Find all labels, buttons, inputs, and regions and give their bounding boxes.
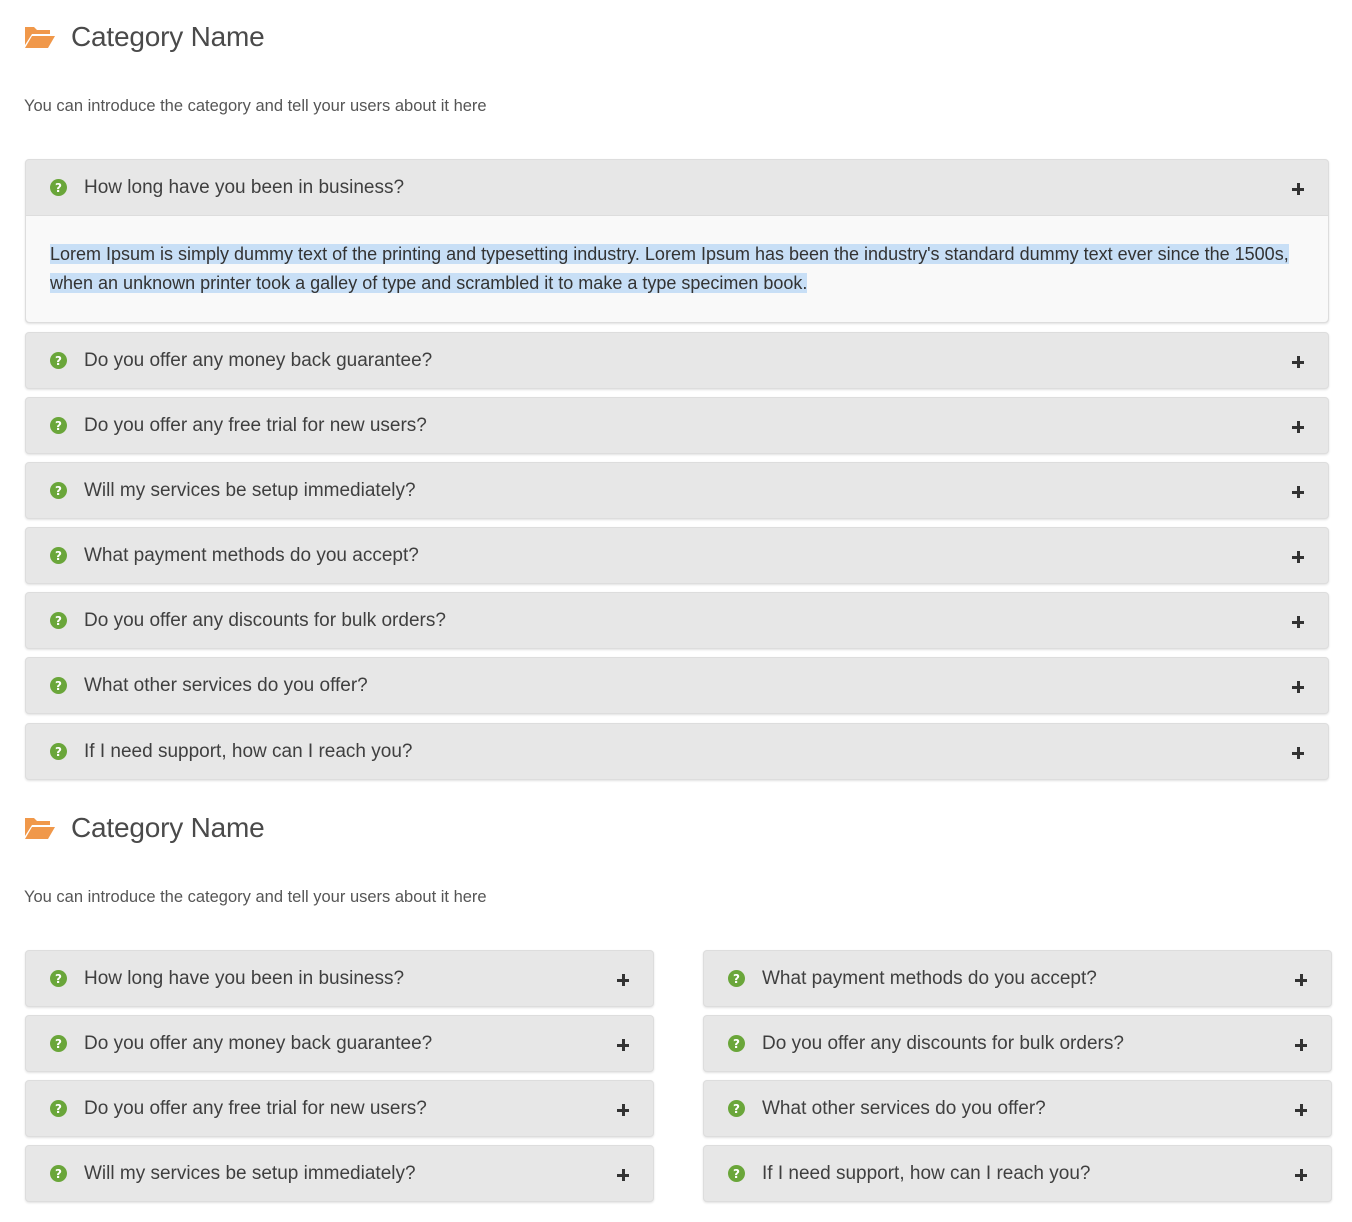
faq-question: Do you offer any free trial for new user… <box>84 414 427 436</box>
question-circle-icon: ? <box>728 1100 745 1117</box>
folder-open-icon <box>25 818 55 839</box>
faq-question-toggle[interactable]: ? Do you offer any money back guarantee? <box>26 1016 653 1071</box>
faq-question: Do you offer any discounts for bulk orde… <box>762 1032 1124 1054</box>
question-circle-icon: ? <box>50 970 67 987</box>
question-circle-icon: ? <box>728 1165 745 1182</box>
faq-item[interactable]: ? How long have you been in business? <box>25 950 654 1007</box>
question-circle-icon: ? <box>50 1035 67 1052</box>
faq-question-toggle[interactable]: ? How long have you been in business? <box>26 160 1328 215</box>
question-circle-icon: ? <box>50 1100 67 1117</box>
faq-question-toggle[interactable]: ? Do you offer any discounts for bulk or… <box>704 1016 1331 1071</box>
faq-question: Will my services be setup immediately? <box>84 479 416 501</box>
plus-icon[interactable] <box>1295 1039 1307 1051</box>
question-circle-icon: ? <box>728 970 745 987</box>
category-header: Category Name <box>24 808 1332 848</box>
faq-question: Do you offer any money back guarantee? <box>84 349 433 371</box>
faq-item: ? How long have you been in business? Lo… <box>25 159 1329 323</box>
plus-icon[interactable] <box>617 974 629 986</box>
faq-item[interactable]: ? Do you offer any money back guarantee? <box>25 332 1329 389</box>
plus-icon[interactable] <box>1292 681 1304 693</box>
plus-icon[interactable] <box>1292 356 1304 368</box>
faq-question-toggle[interactable]: ? Do you offer any free trial for new us… <box>26 398 1328 453</box>
plus-icon[interactable] <box>1295 974 1307 986</box>
faq-item[interactable]: ? What other services do you offer? <box>703 1080 1332 1137</box>
question-circle-icon: ? <box>50 612 67 629</box>
plus-icon[interactable] <box>1295 1104 1307 1116</box>
faq-question: What payment methods do you accept? <box>762 967 1097 989</box>
folder-open-icon <box>25 27 55 48</box>
faq-category-2: Category Name You can introduce the cate… <box>24 808 1332 907</box>
plus-icon[interactable] <box>1295 1169 1307 1181</box>
faq-item[interactable]: ? If I need support, how can I reach you… <box>703 1145 1332 1202</box>
faq-question-toggle[interactable]: ? Do you offer any free trial for new us… <box>26 1081 653 1136</box>
faq-question-toggle[interactable]: ? Will my services be setup immediately? <box>26 463 1328 518</box>
faq-question: What payment methods do you accept? <box>84 544 419 566</box>
faq-question-toggle[interactable]: ? Will my services be setup immediately? <box>26 1146 653 1201</box>
faq-question: If I need support, how can I reach you? <box>84 740 413 762</box>
faq-question-toggle[interactable]: ? What payment methods do you accept? <box>704 951 1331 1006</box>
faq-item[interactable]: ? Do you offer any free trial for new us… <box>25 1080 654 1137</box>
faq-category-1: Category Name You can introduce the cate… <box>24 17 1332 116</box>
question-circle-icon: ? <box>50 743 67 760</box>
faq-item[interactable]: ? Do you offer any discounts for bulk or… <box>25 592 1329 649</box>
faq-question-toggle[interactable]: ? How long have you been in business? <box>26 951 653 1006</box>
faq-question: What other services do you offer? <box>84 674 368 696</box>
plus-icon[interactable] <box>617 1039 629 1051</box>
plus-icon[interactable] <box>1292 486 1304 498</box>
category-title: Category Name <box>71 812 265 843</box>
faq-item[interactable]: ? Will my services be setup immediately? <box>25 462 1329 519</box>
plus-icon[interactable] <box>617 1169 629 1181</box>
faq-question-toggle[interactable]: ? Do you offer any discounts for bulk or… <box>26 593 1328 648</box>
faq-item[interactable]: ? What payment methods do you accept? <box>25 527 1329 584</box>
faq-question-toggle[interactable]: ? Do you offer any money back guarantee? <box>26 333 1328 388</box>
faq-item[interactable]: ? Will my services be setup immediately? <box>25 1145 654 1202</box>
faq-item[interactable]: ? What payment methods do you accept? <box>703 950 1332 1007</box>
faq-answer-text: Lorem Ipsum is simply dummy text of the … <box>50 244 1289 293</box>
faq-question: Will my services be setup immediately? <box>84 1162 416 1184</box>
faq-question: Do you offer any free trial for new user… <box>84 1097 427 1119</box>
plus-icon[interactable] <box>1292 747 1304 759</box>
faq-question: What other services do you offer? <box>762 1097 1046 1119</box>
faq-item[interactable]: ? What other services do you offer? <box>25 657 1329 714</box>
plus-icon[interactable] <box>1292 421 1304 433</box>
question-circle-icon: ? <box>50 482 67 499</box>
faq-question: How long have you been in business? <box>84 176 405 198</box>
faq-question-toggle[interactable]: ? What other services do you offer? <box>26 658 1328 713</box>
faq-item[interactable]: ? If I need support, how can I reach you… <box>25 723 1329 780</box>
question-circle-icon: ? <box>728 1035 745 1052</box>
faq-question: Do you offer any discounts for bulk orde… <box>84 609 446 631</box>
faq-question: If I need support, how can I reach you? <box>762 1162 1091 1184</box>
plus-icon[interactable] <box>1292 183 1304 195</box>
faq-answer: Lorem Ipsum is simply dummy text of the … <box>26 215 1328 322</box>
question-circle-icon: ? <box>50 677 67 694</box>
category-description: You can introduce the category and tell … <box>24 888 487 906</box>
faq-question-toggle[interactable]: ? What payment methods do you accept? <box>26 528 1328 583</box>
question-circle-icon: ? <box>50 547 67 564</box>
faq-question-toggle[interactable]: ? If I need support, how can I reach you… <box>704 1146 1331 1201</box>
question-circle-icon: ? <box>50 179 67 196</box>
faq-question-toggle[interactable]: ? If I need support, how can I reach you… <box>26 724 1328 779</box>
faq-item[interactable]: ? Do you offer any money back guarantee? <box>25 1015 654 1072</box>
question-circle-icon: ? <box>50 417 67 434</box>
category-header: Category Name <box>24 17 1332 57</box>
plus-icon[interactable] <box>1292 616 1304 628</box>
plus-icon[interactable] <box>1292 551 1304 563</box>
question-circle-icon: ? <box>50 1165 67 1182</box>
question-circle-icon: ? <box>50 352 67 369</box>
category-description: You can introduce the category and tell … <box>24 97 487 115</box>
faq-question-toggle[interactable]: ? What other services do you offer? <box>704 1081 1331 1136</box>
plus-icon[interactable] <box>617 1104 629 1116</box>
faq-item[interactable]: ? Do you offer any free trial for new us… <box>25 397 1329 454</box>
faq-question: How long have you been in business? <box>84 967 405 989</box>
faq-question: Do you offer any money back guarantee? <box>84 1032 433 1054</box>
category-title: Category Name <box>71 21 265 52</box>
faq-item[interactable]: ? Do you offer any discounts for bulk or… <box>703 1015 1332 1072</box>
